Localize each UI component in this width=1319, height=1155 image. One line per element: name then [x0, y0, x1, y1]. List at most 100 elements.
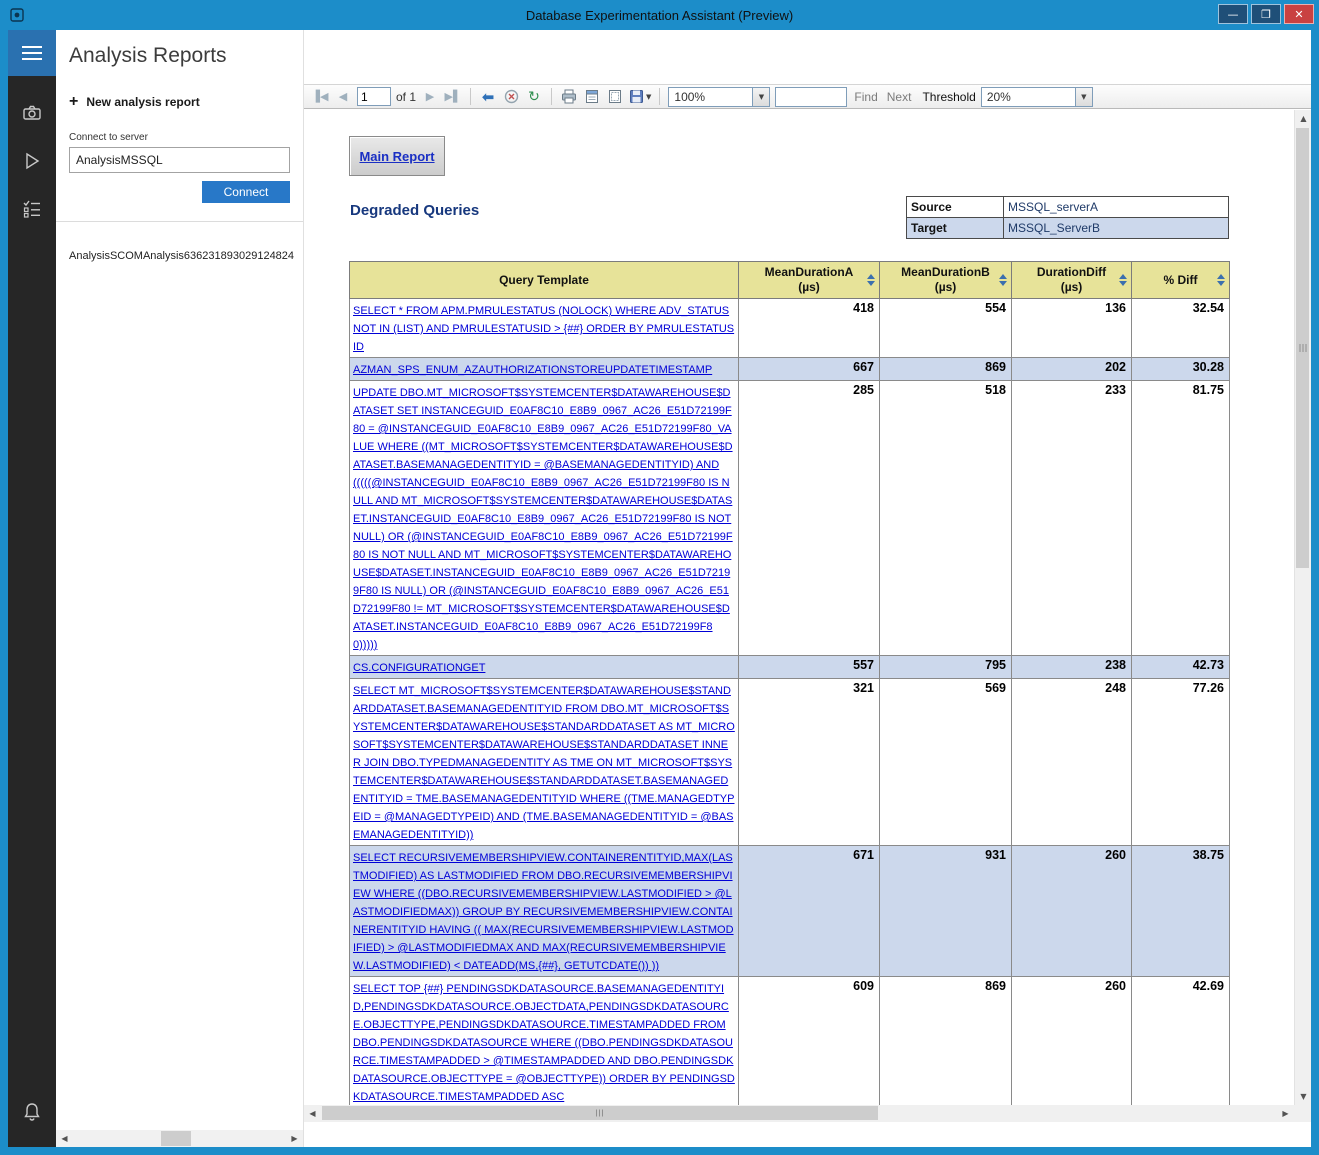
- last-page-button[interactable]: ▶▌: [444, 87, 462, 106]
- capture-nav-button[interactable]: [21, 102, 43, 124]
- menu-button[interactable]: [8, 30, 56, 76]
- sort-icon[interactable]: [867, 274, 875, 286]
- find-text-input[interactable]: [775, 86, 848, 107]
- scroll-left-icon[interactable]: ◀: [56, 1130, 73, 1147]
- report-viewport: Main Report Degraded Queries Source MSSQ…: [304, 110, 1294, 1105]
- previous-page-button[interactable]: ◀: [334, 87, 352, 106]
- source-target-table: Source MSSQL_serverA Target MSSQL_Server…: [906, 196, 1229, 239]
- main-report-back-button[interactable]: Main Report: [349, 136, 445, 176]
- first-page-button[interactable]: ▐◀: [311, 87, 329, 106]
- stop-rendering-button[interactable]: [502, 87, 520, 106]
- query-template-link[interactable]: SELECT * FROM APM.PMRULESTATUS (NOLOCK) …: [353, 305, 734, 353]
- degraded-queries-table: Query Template MeanDurationA (µs) MeanDur…: [349, 261, 1230, 1105]
- find-next-button[interactable]: Next: [885, 90, 914, 104]
- query-template-link[interactable]: AZMAN_SPS_ENUM_AZAUTHORIZATIONSTOREUPDAT…: [353, 364, 712, 376]
- toolbar-separator: [551, 88, 553, 105]
- next-page-button[interactable]: ▶: [421, 87, 439, 106]
- vertical-scrollbar[interactable]: ▲ ▼: [1294, 110, 1311, 1105]
- play-icon: [26, 152, 40, 170]
- sort-icon[interactable]: [1217, 274, 1225, 286]
- page-title: Analysis Reports: [69, 44, 227, 67]
- table-row: SELECT * FROM APM.PMRULESTATUS (NOLOCK) …: [349, 298, 1230, 358]
- page-count-label: of 1: [396, 89, 417, 104]
- analysis-nav-button[interactable]: [21, 198, 43, 220]
- find-button[interactable]: Find: [852, 90, 879, 104]
- sort-icon[interactable]: [1119, 274, 1127, 286]
- duration-diff-value: 260: [1011, 976, 1132, 1105]
- main-report-link[interactable]: Main Report: [359, 149, 434, 164]
- query-template-link[interactable]: UPDATE DBO.MT_MICROSOFT$SYSTEMCENTER$DAT…: [353, 387, 733, 651]
- percent-diff-value: 32.54: [1131, 298, 1230, 358]
- mean-duration-a-value: 609: [738, 976, 880, 1105]
- scroll-left-icon[interactable]: ◀: [304, 1105, 321, 1122]
- query-template-link[interactable]: SELECT MT_MICROSOFT$SYSTEMCENTER$DATAWAR…: [353, 685, 735, 841]
- mean-duration-a-value: 671: [738, 845, 880, 977]
- sort-icon[interactable]: [999, 274, 1007, 286]
- nav-rail: [8, 30, 56, 1147]
- scroll-right-icon[interactable]: ▶: [1277, 1105, 1294, 1122]
- new-analysis-report-button[interactable]: + New analysis report: [69, 94, 290, 110]
- vertical-scrollbar-thumb[interactable]: [1296, 128, 1309, 568]
- window-body: Analysis Reports + New analysis report C…: [8, 30, 1311, 1147]
- notifications-button[interactable]: [21, 1101, 43, 1123]
- window-title: Database Experimentation Assistant (Prev…: [525, 7, 794, 23]
- app-window: Database Experimentation Assistant (Prev…: [0, 0, 1319, 1155]
- column-header-mean-duration-b: MeanDurationB (µs): [879, 261, 1012, 299]
- minimize-button[interactable]: —: [1218, 4, 1248, 24]
- sidebar-horizontal-scrollbar[interactable]: ◀ ▶: [56, 1130, 303, 1147]
- print-button[interactable]: [560, 87, 578, 106]
- mean-duration-b-value: 869: [879, 357, 1012, 381]
- plus-icon: +: [69, 93, 79, 110]
- page-setup-button[interactable]: [606, 87, 624, 106]
- replay-nav-button[interactable]: [21, 150, 43, 172]
- back-arrow-icon: ⬅: [481, 87, 495, 106]
- previous-page-icon: ◀: [338, 90, 348, 103]
- threshold-dropdown-icon: ▼: [1074, 87, 1092, 106]
- export-button[interactable]: ▼: [629, 87, 651, 106]
- zoom-select[interactable]: 100% ▼: [668, 86, 771, 107]
- mean-duration-a-value: 285: [738, 380, 880, 656]
- duration-diff-value: 260: [1011, 845, 1132, 977]
- analysis-report-list-item[interactable]: AnalysisSCOMAnalysis636231893029124824: [69, 250, 294, 262]
- query-template-link[interactable]: SELECT RECURSIVEMEMBERSHIPVIEW.CONTAINER…: [353, 852, 734, 972]
- horizontal-scrollbar-thumb[interactable]: [322, 1106, 878, 1120]
- toolbar-separator: [659, 88, 661, 105]
- print-layout-button[interactable]: [583, 87, 601, 106]
- stop-icon: [504, 89, 518, 104]
- query-template-link[interactable]: SELECT TOP {##} PENDINGSDKDATASOURCE.BAS…: [353, 983, 735, 1103]
- query-template-link[interactable]: CS.CONFIGURATIONGET: [353, 662, 485, 674]
- threshold-select[interactable]: 20% ▼: [980, 86, 1093, 107]
- refresh-button[interactable]: ↻: [525, 87, 543, 106]
- maximize-button[interactable]: ❐: [1251, 4, 1281, 24]
- table-row: CS.CONFIGURATIONGET 557 795 238 42.73: [349, 655, 1230, 679]
- source-value: MSSQL_serverA: [1003, 196, 1229, 218]
- threshold-label: Threshold: [922, 89, 976, 104]
- table-header-row: Query Template MeanDurationA (µs) MeanDur…: [349, 261, 1230, 299]
- mean-duration-b-value: 569: [879, 678, 1012, 846]
- table-row: AZMAN_SPS_ENUM_AZAUTHORIZATIONSTOREUPDAT…: [349, 357, 1230, 381]
- horizontal-scrollbar[interactable]: ◀ ▶: [304, 1105, 1294, 1122]
- first-page-icon: ▐◀: [311, 90, 329, 103]
- server-name-input[interactable]: [69, 147, 290, 173]
- sidebar: Analysis Reports + New analysis report C…: [56, 30, 303, 1147]
- sidebar-scrollbar-thumb[interactable]: [161, 1131, 191, 1146]
- zoom-value: 100%: [674, 89, 706, 104]
- close-button[interactable]: ✕: [1284, 4, 1314, 24]
- report-pane: ▐◀ ◀ of 1 ▶ ▶▌ ⬅ ↻: [303, 30, 1311, 1147]
- sidebar-divider: [56, 221, 303, 222]
- page-setup-icon: [609, 90, 622, 103]
- scroll-up-icon[interactable]: ▲: [1295, 110, 1312, 127]
- connect-button[interactable]: Connect: [202, 181, 290, 203]
- back-to-parent-report-button[interactable]: ⬅: [479, 87, 497, 106]
- printer-icon: [562, 89, 577, 104]
- page-number-input[interactable]: [357, 87, 391, 106]
- percent-diff-value: 38.75: [1131, 845, 1230, 977]
- scroll-down-icon[interactable]: ▼: [1295, 1088, 1312, 1105]
- percent-diff-value: 30.28: [1131, 357, 1230, 381]
- mean-duration-b-value: 931: [879, 845, 1012, 977]
- source-label: Source: [906, 196, 1004, 218]
- bell-icon: [24, 1103, 40, 1121]
- scroll-right-icon[interactable]: ▶: [286, 1130, 303, 1147]
- hamburger-icon: [22, 46, 42, 48]
- mean-duration-b-value: 518: [879, 380, 1012, 656]
